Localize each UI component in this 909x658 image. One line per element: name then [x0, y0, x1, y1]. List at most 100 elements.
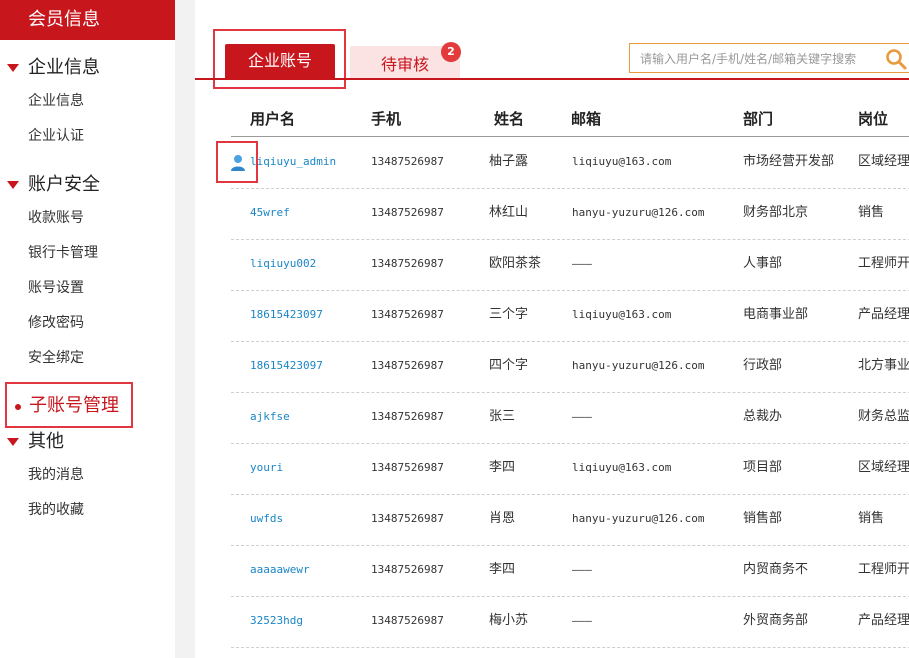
username-link[interactable]: liqiuyu_admin	[250, 154, 336, 170]
phone-cell: 13487526987	[371, 461, 444, 474]
sidebar-group-enterprise[interactable]: 企业信息	[0, 55, 100, 81]
phone-cell: 13487526987	[371, 410, 444, 423]
username-link[interactable]: aaaaawewr	[250, 562, 310, 578]
department-cell: 电商事业部	[743, 307, 809, 322]
email-cell: ———	[572, 563, 592, 576]
pending-count-badge: 2	[441, 42, 461, 62]
table-row[interactable]: ajkfse 13487526987 张三 ——— 总裁办 财务总监	[231, 392, 909, 444]
username-link[interactable]: 45wref	[250, 205, 290, 221]
name-cell: 三个字	[489, 307, 529, 322]
table-row[interactable]: 18615423097 13487526987 三个字 liqiuyu@163.…	[231, 290, 909, 342]
name-cell: 梅小苏	[489, 613, 529, 628]
caret-down-icon	[7, 181, 19, 189]
table-row[interactable]: liqiuyu002 13487526987 欧阳茶茶 ——— 人事部 工程师开	[231, 239, 909, 291]
username-link[interactable]: youri	[250, 460, 283, 476]
sidebar-item-bank-card[interactable]: 银行卡管理	[28, 243, 98, 263]
tab-underline	[195, 78, 909, 80]
sidebar-item-sub-accounts[interactable]: 子账号管理	[5, 382, 133, 428]
department-cell: 项目部	[743, 460, 783, 475]
phone-cell: 13487526987	[371, 308, 444, 321]
sidebar-item-payee-account[interactable]: 收款账号	[28, 208, 84, 228]
email-cell: liqiuyu@163.com	[572, 155, 672, 168]
sidebar-item-change-password[interactable]: 修改密码	[28, 313, 84, 333]
position-cell: 产品经理	[858, 613, 909, 628]
phone-cell: 13487526987	[371, 206, 444, 219]
phone-cell: 13487526987	[371, 614, 444, 627]
table-row[interactable]: 18615423097 13487526987 四个字 hanyu-yuzuru…	[231, 341, 909, 393]
user-icon	[231, 155, 245, 171]
search-input[interactable]	[630, 44, 882, 74]
email-cell: hanyu-yuzuru@126.com	[572, 359, 705, 372]
username-link[interactable]: uwfds	[250, 511, 283, 527]
column-header-department: 部门	[743, 110, 774, 128]
username-link[interactable]: liqiuyu002	[250, 256, 316, 272]
phone-cell: 13487526987	[371, 155, 444, 168]
column-header-email: 邮箱	[571, 110, 602, 128]
table-row[interactable]: liqiuyu_admin 13487526987 柚子露 liqiuyu@16…	[231, 137, 909, 189]
sidebar-group-label: 其他	[28, 431, 64, 452]
name-cell: 林红山	[489, 205, 529, 220]
department-cell: 财务部北京	[743, 205, 809, 220]
column-header-name: 姓名	[494, 110, 525, 128]
sidebar-group-label: 企业信息	[28, 57, 100, 78]
sidebar-item-security-binding[interactable]: 安全绑定	[28, 348, 84, 368]
email-cell: hanyu-yuzuru@126.com	[572, 512, 705, 525]
admin-icon-highlight	[216, 141, 258, 183]
name-cell: 李四	[489, 562, 516, 577]
email-cell: liqiuyu@163.com	[572, 308, 672, 321]
search-icon[interactable]	[884, 47, 908, 71]
sidebar-item-label: 子账号管理	[29, 395, 119, 416]
phone-cell: 13487526987	[371, 563, 444, 576]
department-cell: 总裁办	[743, 409, 783, 424]
table-row[interactable]: uwfds 13487526987 肖恩 hanyu-yuzuru@126.co…	[231, 494, 909, 546]
department-cell: 人事部	[743, 256, 783, 271]
username-link[interactable]: 18615423097	[250, 358, 323, 374]
table-header: 用户名 手机 姓名 邮箱 部门 岗位	[231, 96, 909, 137]
username-link[interactable]: ajkfse	[250, 409, 290, 425]
table-row[interactable]: 45wref 13487526987 林红山 hanyu-yuzuru@126.…	[231, 188, 909, 240]
name-cell: 柚子露	[489, 154, 529, 169]
username-link[interactable]: 18615423097	[250, 307, 323, 323]
sidebar-item-account-settings[interactable]: 账号设置	[28, 278, 84, 298]
email-cell: ———	[572, 257, 592, 270]
caret-down-icon	[7, 438, 19, 446]
table-row[interactable]: 32523hdg 13487526987 梅小苏 ——— 外贸商务部 产品经理	[231, 596, 909, 648]
search-box	[629, 43, 909, 74]
phone-cell: 13487526987	[371, 257, 444, 270]
position-cell: 工程师开	[858, 562, 909, 577]
sidebar-item-my-favorites[interactable]: 我的收藏	[28, 500, 84, 520]
sidebar-group-other[interactable]: 其他	[0, 429, 64, 455]
sidebar-header: 会员信息	[0, 0, 175, 40]
position-cell: 区域经理	[858, 154, 909, 169]
position-cell: 产品经理	[858, 307, 909, 322]
tab-highlight-outline	[213, 29, 346, 89]
email-cell: ———	[572, 410, 592, 423]
department-cell: 外贸商务部	[743, 613, 809, 628]
position-cell: 销售	[858, 511, 885, 526]
sidebar-item-enterprise-info[interactable]: 企业信息	[28, 91, 84, 111]
caret-down-icon	[7, 64, 19, 72]
position-cell: 区域经理	[858, 460, 909, 475]
table-row[interactable]: aaaaawewr 13487526987 李四 ——— 内贸商务不 工程师开	[231, 545, 909, 597]
position-cell: 工程师开	[858, 256, 909, 271]
department-cell: 内贸商务不	[743, 562, 809, 577]
department-cell: 市场经营开发部	[743, 154, 835, 169]
position-cell: 北方事业	[858, 358, 909, 373]
department-cell: 销售部	[743, 511, 783, 526]
column-header-phone: 手机	[371, 110, 402, 128]
sidebar-item-my-messages[interactable]: 我的消息	[28, 465, 84, 485]
sidebar-item-enterprise-cert[interactable]: 企业认证	[28, 126, 84, 146]
column-header-position: 岗位	[858, 110, 889, 128]
column-header-username: 用户名	[250, 110, 296, 128]
bullet-icon	[15, 404, 21, 410]
table-row[interactable]: youri 13487526987 李四 liqiuyu@163.com 项目部…	[231, 443, 909, 495]
name-cell: 四个字	[489, 358, 529, 373]
department-cell: 行政部	[743, 358, 783, 373]
username-link[interactable]: 32523hdg	[250, 613, 303, 629]
phone-cell: 13487526987	[371, 512, 444, 525]
sidebar-group-account-security[interactable]: 账户安全	[0, 172, 100, 198]
email-cell: ———	[572, 614, 592, 627]
name-cell: 肖恩	[489, 511, 516, 526]
sidebar-group-label: 账户安全	[28, 174, 100, 195]
phone-cell: 13487526987	[371, 359, 444, 372]
